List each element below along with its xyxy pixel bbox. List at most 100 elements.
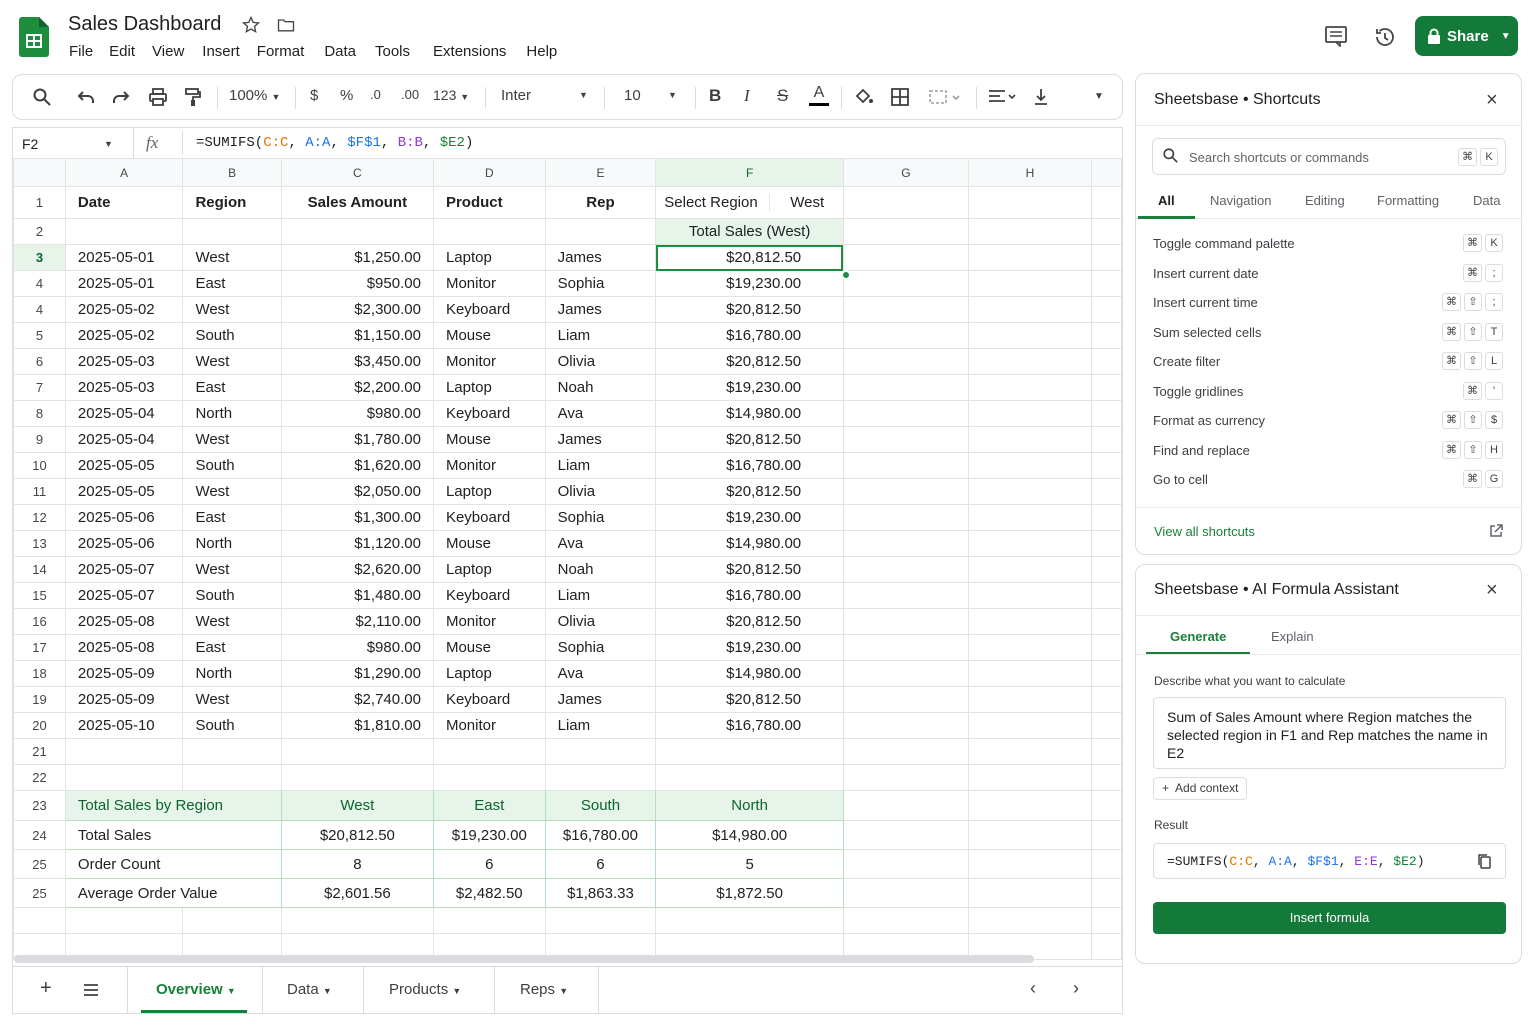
table-cell[interactable] <box>842 686 969 713</box>
table-cell[interactable]: $14,980.00 <box>655 660 844 687</box>
row-number[interactable]: 8 <box>13 400 66 427</box>
table-cell[interactable] <box>842 530 969 557</box>
table-cell[interactable] <box>182 764 282 791</box>
table-cell[interactable]: Liam <box>544 452 657 479</box>
table-cell[interactable]: West <box>182 244 282 271</box>
insert-formula-button[interactable]: Insert formula <box>1153 902 1506 934</box>
row-number[interactable]: 4 <box>13 296 66 323</box>
prompt-textarea[interactable]: Sum of Sales Amount where Region matches… <box>1153 697 1506 769</box>
table-cell[interactable] <box>1091 790 1122 821</box>
table-cell[interactable] <box>842 660 969 687</box>
table-cell[interactable]: Olivia <box>544 608 657 635</box>
percent-format-button[interactable]: % <box>340 87 353 104</box>
table-cell[interactable]: 5 <box>655 849 844 879</box>
table-cell[interactable] <box>655 907 844 934</box>
table-cell[interactable]: Laptop <box>432 478 546 505</box>
bold-icon[interactable]: B <box>709 86 721 106</box>
table-cell[interactable] <box>842 296 969 323</box>
folder-icon[interactable] <box>276 15 296 35</box>
menu-insert[interactable]: Insert <box>202 43 240 60</box>
spreadsheet-grid[interactable]: A B C D E F G H 1 Date Region Sales Amou… <box>12 158 1123 966</box>
table-cell[interactable] <box>842 608 969 635</box>
table-cell[interactable]: 2025-05-08 <box>64 634 184 661</box>
table-cell[interactable]: $2,482.50 <box>432 878 546 908</box>
row-number[interactable]: 21 <box>13 738 66 765</box>
more-toolbar-icon[interactable]: ▼ <box>1094 91 1104 102</box>
row-number[interactable]: 14 <box>13 556 66 583</box>
table-cell[interactable] <box>1091 218 1122 245</box>
table-cell[interactable]: $1,290.00 <box>280 660 434 687</box>
table-cell[interactable]: $20,812.50 <box>280 820 434 850</box>
column-header[interactable]: H <box>967 158 1093 187</box>
table-cell[interactable] <box>1091 478 1122 505</box>
menu-format[interactable]: Format <box>257 43 305 60</box>
tab-editing[interactable]: Editing <box>1305 193 1345 208</box>
table-cell[interactable]: $19,230.00 <box>655 634 844 661</box>
table-cell[interactable] <box>967 660 1093 687</box>
table-cell[interactable] <box>1091 374 1122 401</box>
table-cell[interactable] <box>842 634 969 661</box>
total-sales-label-cell[interactable]: Total Sales (West) <box>655 218 844 245</box>
table-cell[interactable]: North <box>182 400 282 427</box>
table-cell[interactable]: 6 <box>432 849 546 879</box>
table-cell[interactable]: $19,230.00 <box>655 374 844 401</box>
table-cell[interactable] <box>1091 608 1122 635</box>
table-cell[interactable] <box>64 907 184 934</box>
strikethrough-icon[interactable]: S <box>777 86 788 106</box>
table-cell[interactable]: Olivia <box>544 348 657 375</box>
table-cell[interactable] <box>967 556 1093 583</box>
table-cell[interactable]: $16,780.00 <box>655 452 844 479</box>
table-cell[interactable]: 2025-05-07 <box>64 582 184 609</box>
tab-navigation[interactable]: Navigation <box>1210 193 1271 208</box>
table-cell[interactable]: 2025-05-03 <box>64 374 184 401</box>
increase-decimal-button[interactable]: .00 <box>401 87 419 102</box>
select-region-value[interactable]: West <box>769 194 824 211</box>
row-number[interactable]: 6 <box>13 348 66 375</box>
table-cell[interactable] <box>967 712 1093 739</box>
table-cell[interactable]: 2025-05-05 <box>64 452 184 479</box>
table-cell[interactable]: 2025-05-08 <box>64 608 184 635</box>
table-cell[interactable]: $980.00 <box>280 634 434 661</box>
table-cell[interactable]: 2025-05-04 <box>64 426 184 453</box>
chevron-right-icon[interactable]: › <box>1073 978 1079 999</box>
table-cell[interactable] <box>280 907 434 934</box>
name-box-dropdown-icon[interactable]: ▼ <box>104 139 113 149</box>
menu-tools[interactable]: Tools <box>375 43 410 60</box>
table-cell[interactable]: West <box>182 426 282 453</box>
table-cell[interactable]: Total Sales <box>64 820 282 850</box>
table-cell[interactable]: James <box>544 296 657 323</box>
table-cell[interactable] <box>1091 348 1122 375</box>
table-cell[interactable]: $20,812.50 <box>655 608 844 635</box>
table-cell[interactable] <box>967 849 1093 879</box>
row-number[interactable]: 18 <box>13 660 66 687</box>
table-cell[interactable]: $1,872.50 <box>655 878 844 908</box>
table-cell[interactable] <box>967 400 1093 427</box>
shortcut-item[interactable]: Insert current time ⌘ ⇧; <box>1153 293 1503 311</box>
row-number[interactable]: 5 <box>13 322 66 349</box>
result-formula[interactable]: =SUMIFS(C:C, A:A, $F$1, E:E, $E2) <box>1153 843 1506 879</box>
table-cell[interactable]: West <box>182 556 282 583</box>
table-cell[interactable] <box>967 244 1093 271</box>
table-cell[interactable] <box>967 296 1093 323</box>
table-cell[interactable] <box>1091 712 1122 739</box>
table-cell[interactable] <box>64 764 184 791</box>
table-cell[interactable] <box>280 738 434 765</box>
all-sheets-icon[interactable] <box>83 983 99 997</box>
table-cell[interactable] <box>655 764 844 791</box>
table-cell[interactable] <box>1091 634 1122 661</box>
table-cell[interactable] <box>432 764 546 791</box>
borders-icon[interactable] <box>891 88 909 106</box>
table-cell[interactable] <box>544 907 657 934</box>
menu-file[interactable]: File <box>69 43 93 60</box>
table-cell[interactable]: Laptop <box>432 244 546 271</box>
table-cell[interactable]: $2,740.00 <box>280 686 434 713</box>
table-cell[interactable]: Date <box>64 186 184 219</box>
table-cell[interactable] <box>967 322 1093 349</box>
table-cell[interactable] <box>967 764 1093 791</box>
table-cell[interactable]: Keyboard <box>432 686 546 713</box>
table-cell[interactable]: 2025-05-09 <box>64 686 184 713</box>
table-cell[interactable] <box>1091 738 1122 765</box>
table-cell[interactable]: $2,300.00 <box>280 296 434 323</box>
table-cell[interactable]: 6 <box>544 849 657 879</box>
table-cell[interactable]: $20,812.50 <box>655 244 844 271</box>
